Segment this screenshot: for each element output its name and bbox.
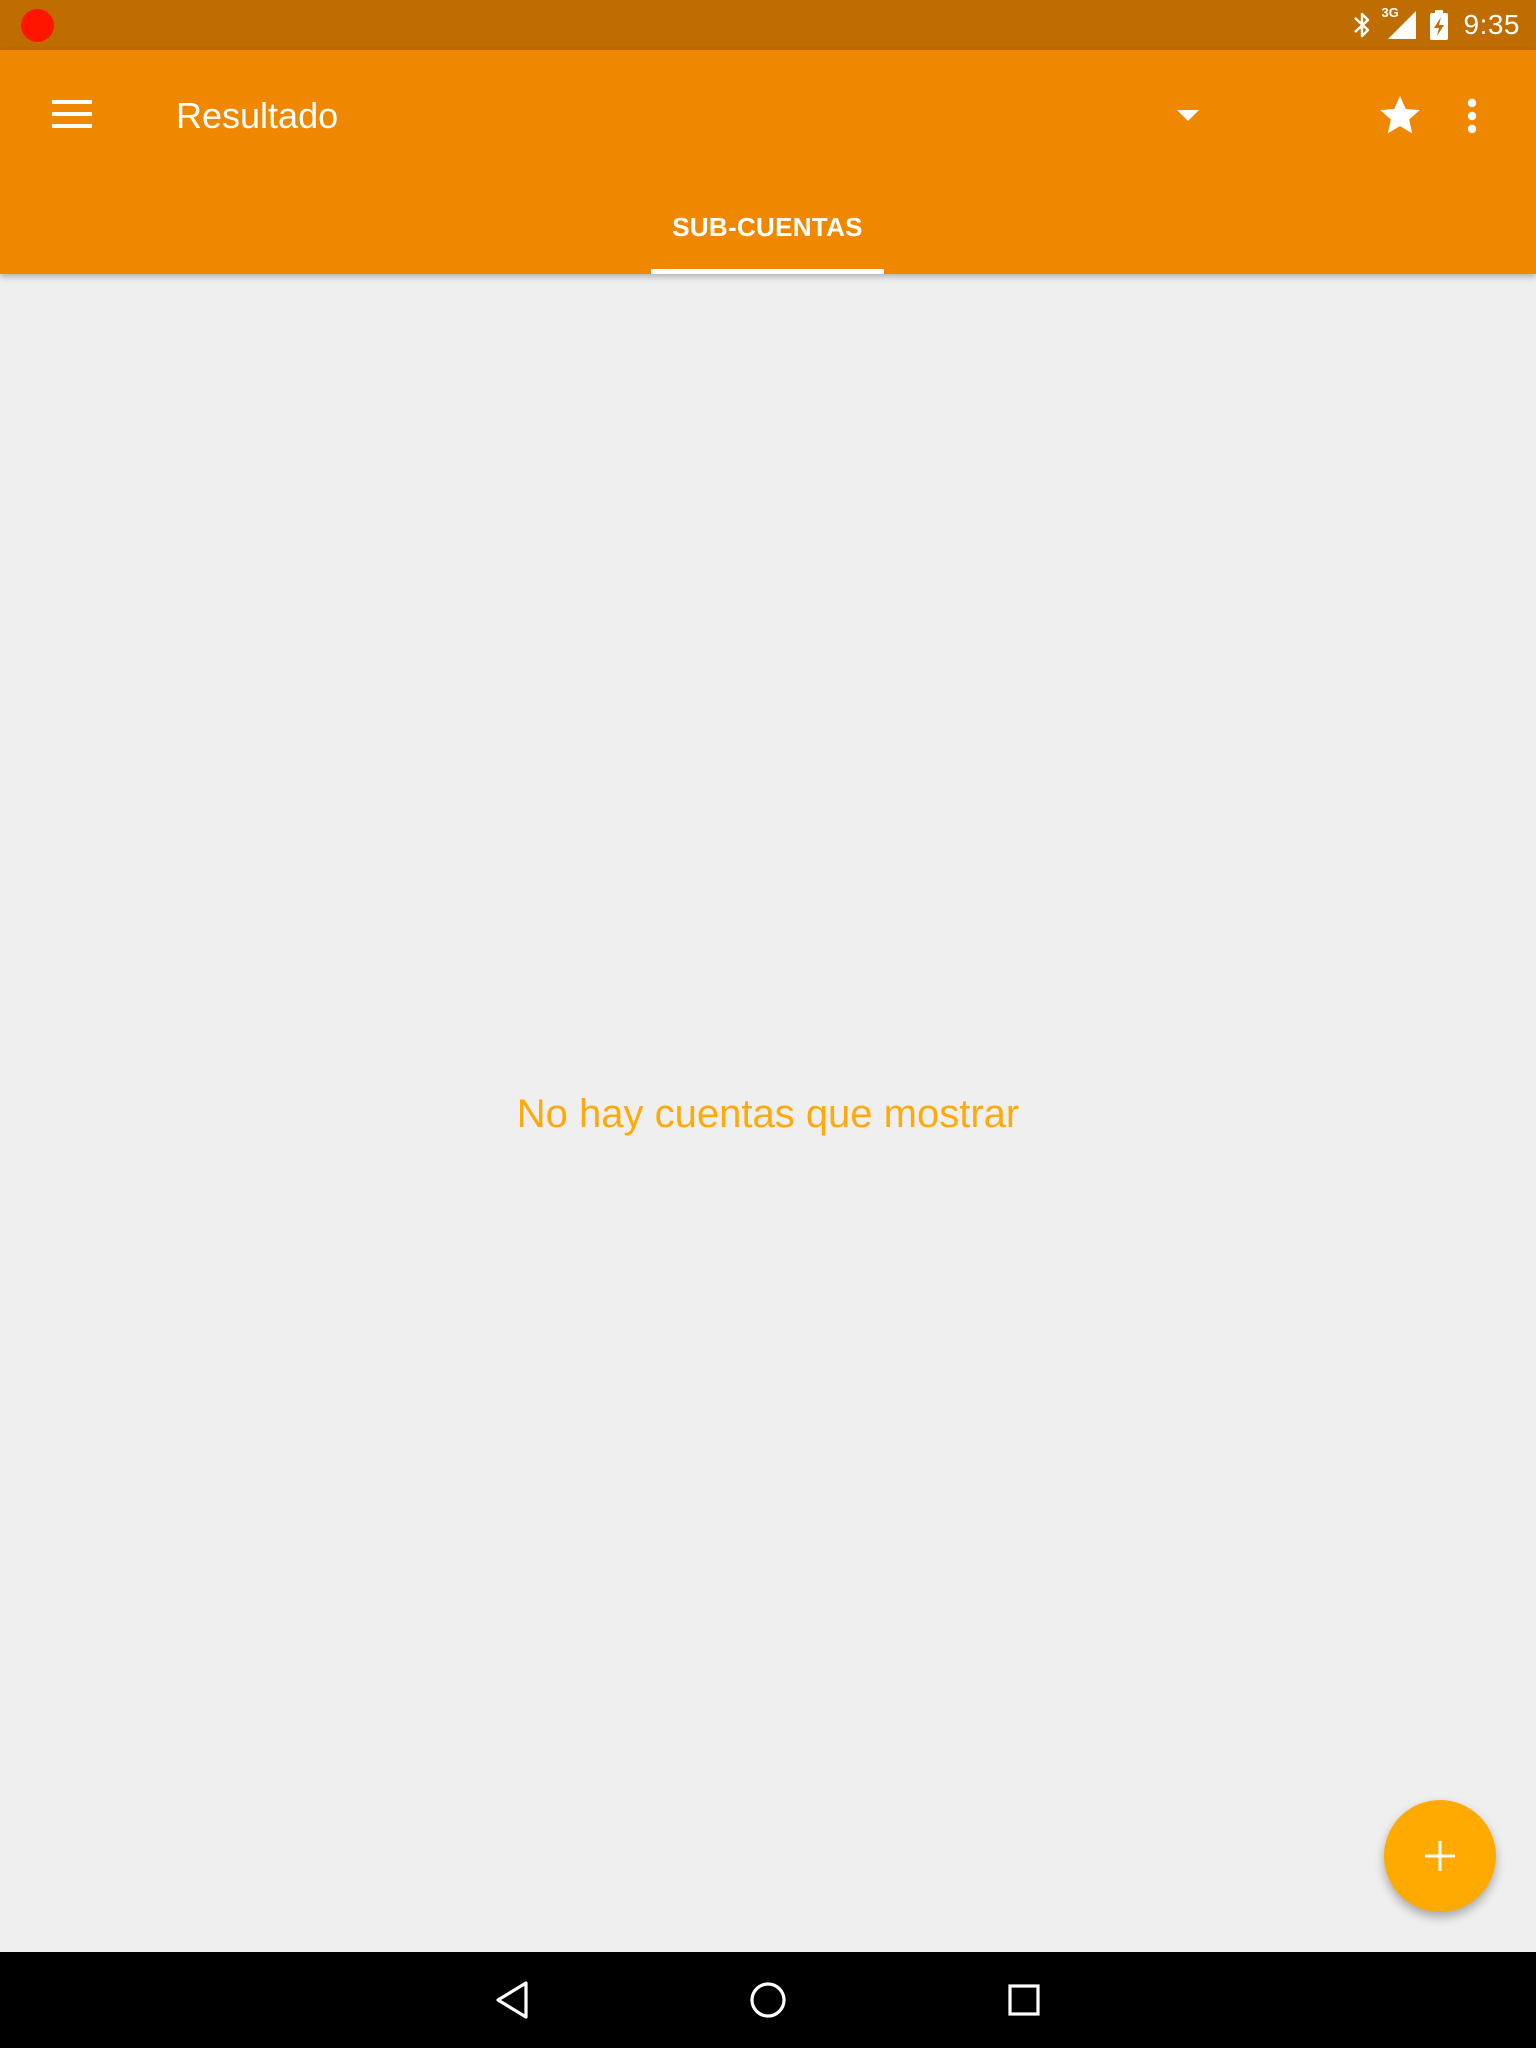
status-icons: 3G 9:35 bbox=[1342, 0, 1521, 50]
status-time: 9:35 bbox=[1463, 9, 1520, 40]
more-options-button[interactable] bbox=[1452, 88, 1492, 144]
network-type-label: 3G bbox=[1381, 5, 1399, 20]
cell-signal-icon: 3G bbox=[1382, 5, 1418, 41]
status-bar: 3G 9:35 bbox=[0, 0, 1536, 50]
dropdown-arrow-icon bbox=[1177, 110, 1199, 121]
bluetooth-icon bbox=[1352, 10, 1372, 40]
recents-button[interactable] bbox=[992, 1968, 1056, 2032]
navigation-bar bbox=[0, 1952, 1536, 2048]
back-icon bbox=[496, 1981, 528, 2019]
tab-label: SUB-CUENTAS bbox=[672, 212, 863, 242]
more-vert-icon bbox=[1467, 98, 1477, 134]
favorite-button[interactable] bbox=[1372, 88, 1428, 144]
title-dropdown-button[interactable] bbox=[1168, 96, 1208, 136]
empty-state-message: No hay cuentas que mostrar bbox=[516, 1092, 1020, 1136]
tab-sub-cuentas[interactable]: SUB-CUENTAS bbox=[651, 200, 884, 274]
screen: 3G 9:35 Resultado SUB-CUENTAS No hay cue… bbox=[0, 0, 1536, 2048]
app-bar: Resultado SUB-CUENTAS bbox=[0, 50, 1536, 274]
recents-icon bbox=[1008, 1984, 1040, 2016]
add-icon bbox=[1425, 1841, 1455, 1871]
home-icon bbox=[750, 1982, 786, 2018]
back-button[interactable] bbox=[480, 1968, 544, 2032]
star-icon bbox=[1380, 95, 1420, 134]
tab-selected-indicator bbox=[651, 269, 884, 274]
home-button[interactable] bbox=[736, 1968, 800, 2032]
add-account-button[interactable] bbox=[1384, 1800, 1496, 1912]
battery-charging-icon bbox=[1428, 9, 1450, 41]
menu-icon bbox=[52, 100, 92, 128]
page-title: Resultado bbox=[176, 95, 339, 136]
recording-dot-icon bbox=[21, 9, 54, 42]
menu-button[interactable] bbox=[32, 82, 112, 146]
